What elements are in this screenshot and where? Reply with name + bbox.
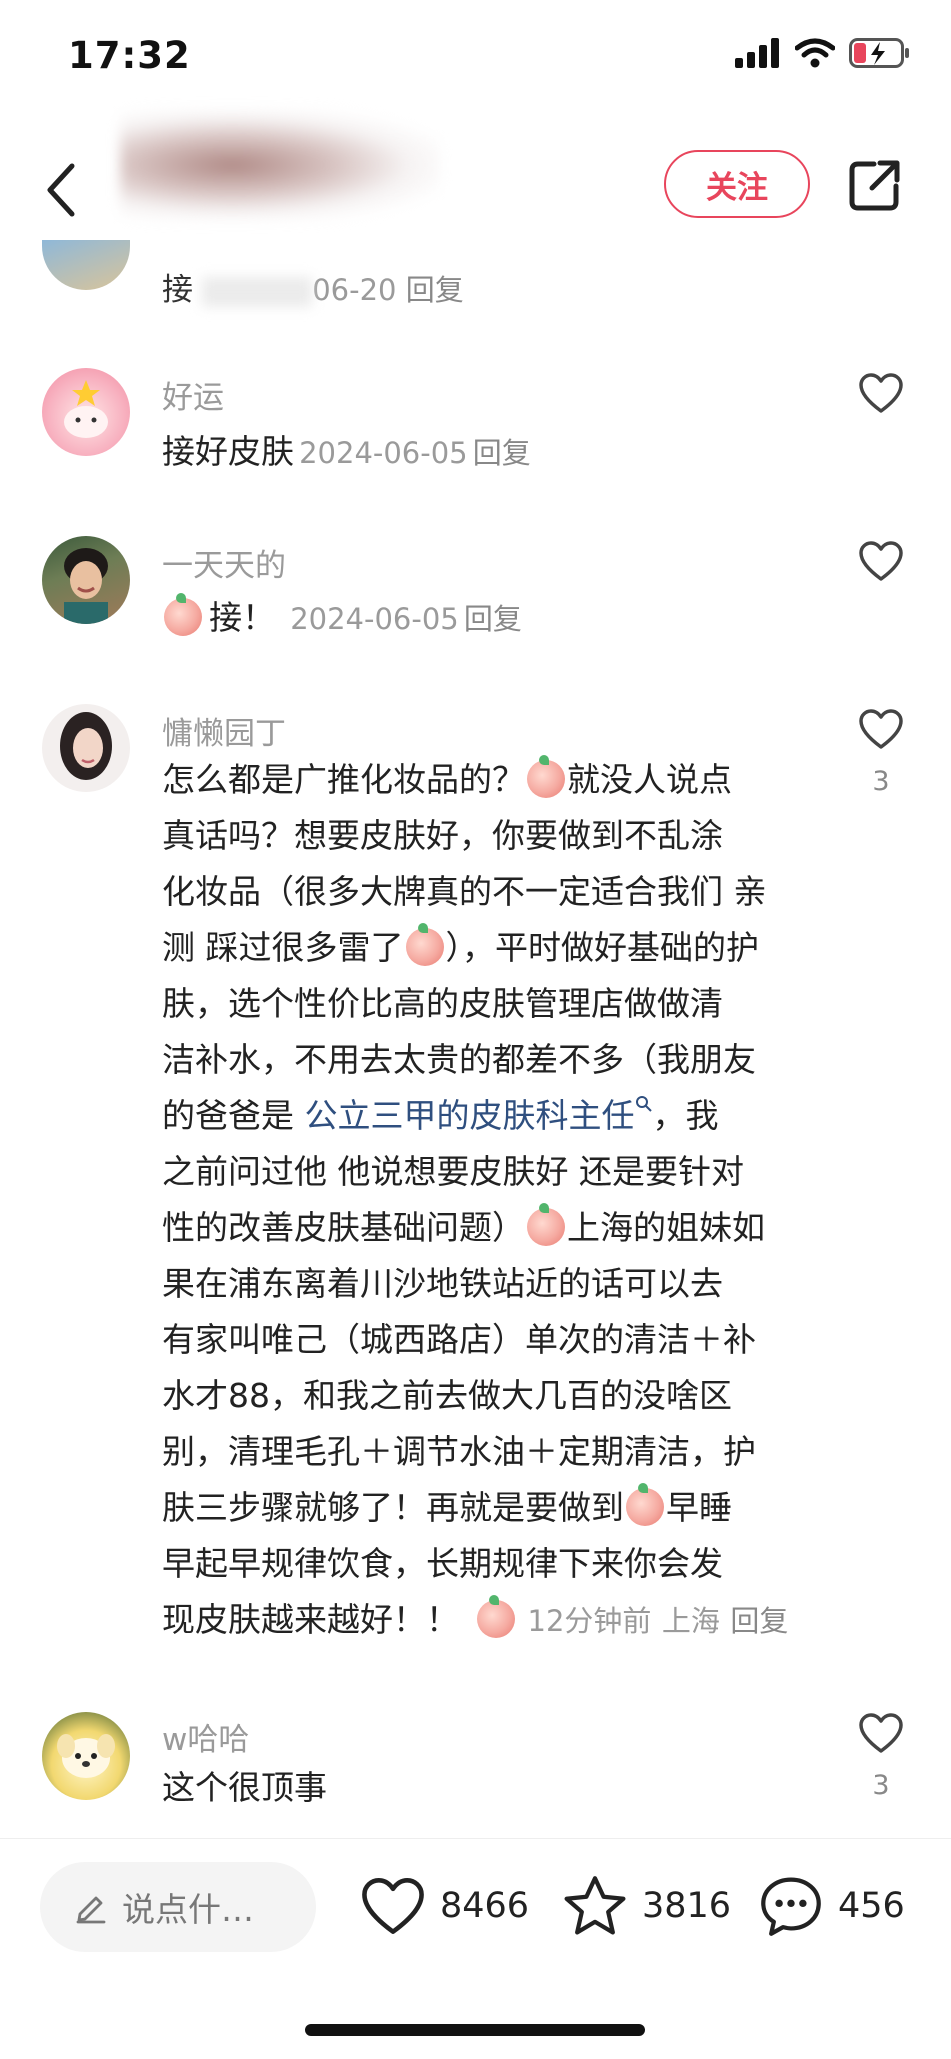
comment-text: 接 [162,272,193,308]
search-link[interactable]: 公立三甲的皮肤科主任 [305,1096,635,1135]
comment-body: 接！ 2024-06-05 回复 [162,590,522,646]
comment-text: 性的改善皮肤基础问题） [162,1208,525,1247]
like-button[interactable] [858,372,904,414]
reply-button[interactable]: 回复 [473,436,531,470]
back-button[interactable] [40,160,84,220]
comment-text: 接！ [209,598,276,637]
signal-icon [735,38,779,68]
comment-text: 测 踩过很多雷了 [162,928,404,967]
comment-date: 06-20 [312,273,397,307]
sleep-emoji-icon [626,1483,664,1526]
comment-text: 早起早规律饮食，长期规律下来你会发 [162,1544,723,1583]
comment-text: 上海的姐妹如 [567,1208,765,1247]
comment-action[interactable]: 456 [758,1874,905,1938]
heart-icon [362,1878,424,1934]
share-icon [849,160,900,211]
avatar[interactable] [42,368,130,456]
favorite-action[interactable]: 3816 [562,1874,731,1938]
person-avatar-icon [60,712,112,780]
avatar[interactable] [42,536,130,624]
status-time: 17:32 [68,34,191,77]
like-total: 8466 [440,1886,530,1926]
battery-charging-icon [849,38,909,68]
like-button[interactable] [858,540,904,582]
sticker-emoji-icon [164,593,202,636]
share-button[interactable] [848,158,902,212]
comment-input-placeholder: 说点什… [122,1890,254,1929]
chevron-left-icon [47,163,75,217]
comment-author[interactable]: 一天天的 [162,540,286,585]
comment-text: ，我 [652,1096,719,1135]
comment-text: 别，清理毛孔＋调节水油＋定期清洁，护 [162,1432,756,1471]
partial-comment-meta: 接 06-20 回复 [162,264,464,309]
comment-date: 2024-06-05 [299,436,468,470]
reply-button[interactable]: 回复 [730,1604,788,1638]
comment-text: 果在浦东离着川沙地铁站近的话可以去 [162,1264,723,1303]
comment-text: 的爸爸是 [162,1096,305,1135]
comment-text: 现皮肤越来越好！！ [162,1600,459,1639]
star-icon [564,1876,626,1935]
comment-text: ），平时做好基础的护 [445,928,760,967]
comment-text: 接好皮肤 [162,432,294,471]
heart-icon [859,709,903,749]
crying-emoji-icon [405,923,444,966]
like-count: 3 [872,1770,890,1801]
cartoon-dog-avatar-icon [57,1734,115,1778]
comment-author[interactable]: 好运 [162,372,224,417]
like-button[interactable] [858,1712,904,1754]
comment-text: 怎么都是广推化妆品的？ [162,760,525,799]
comment-text: 这个很顶事 [162,1768,327,1807]
like-button[interactable] [858,708,904,750]
search-icon [635,1096,652,1112]
crying-emoji-icon [527,755,565,798]
avatar[interactable] [42,240,130,290]
comment-text: 真话吗？想要皮肤好，你要做到不乱涂 [162,816,723,855]
comment-text: 就没人说点 [567,760,732,799]
comment-text: 肤三步骤就够了！再就是要做到 [162,1488,624,1527]
comment-text: 有家叫唯己（城西路店）单次的清洁＋补 [162,1320,756,1359]
blurred-region [202,277,313,307]
avatar[interactable] [42,1712,130,1800]
comment-text: 早睡 [666,1488,732,1527]
status-icons [735,38,911,68]
comment-author[interactable]: 慵懒园丁 [162,708,286,753]
follow-button[interactable]: 关注 [664,150,810,218]
comment-author[interactable]: w哈哈 [162,1714,249,1759]
comment-body: 接好皮肤 2024-06-05 回复 [162,424,531,480]
divider [0,1838,951,1839]
comment-text: 之前问过他 他说想要皮肤好 还是要针对 [162,1152,744,1191]
wifi-icon [795,38,835,68]
heart-icon [859,373,903,413]
pencil-icon [76,1896,106,1924]
sticker-emoji-icon [527,1203,565,1246]
comment-text-long: 怎么都是广推化妆品的？ 就没人说点 真话吗？想要皮肤好，你要做到不乱涂 化妆品（很… [162,752,822,1649]
comment-input[interactable]: 说点什… [40,1862,316,1952]
heart-icon [859,541,903,581]
comment-date: 2024-06-05 [290,602,459,636]
comment-time: 12分钟前 [527,1604,652,1638]
heart-icon [859,1713,903,1753]
comment-text: 洁补水，不用去太贵的都差不多（我朋友 [162,1040,756,1079]
like-action[interactable]: 8466 [360,1876,529,1936]
like-count: 3 [872,766,890,797]
comment-location: 上海 [661,1604,720,1638]
cartoon-pig-avatar-icon [64,380,108,438]
comment-total: 456 [838,1886,905,1926]
person-avatar-icon [64,548,108,624]
blurred-author-info [120,110,440,220]
reply-button[interactable]: 回复 [464,602,522,636]
sticker-emoji-icon [477,1595,515,1638]
chat-bubble-icon [761,1877,821,1936]
favorite-total: 3816 [642,1886,732,1926]
comment-text: 水才88，和我之前去做大几百的没啥区 [162,1376,732,1415]
home-indicator[interactable] [305,2024,645,2036]
comment-text: 化妆品（很多大牌真的不一定适合我们 亲 [162,872,767,911]
reply-button[interactable]: 回复 [406,273,464,307]
comment-text: 肤，选个性价比高的皮肤管理店做做清 [162,984,723,1023]
avatar[interactable] [42,704,130,792]
